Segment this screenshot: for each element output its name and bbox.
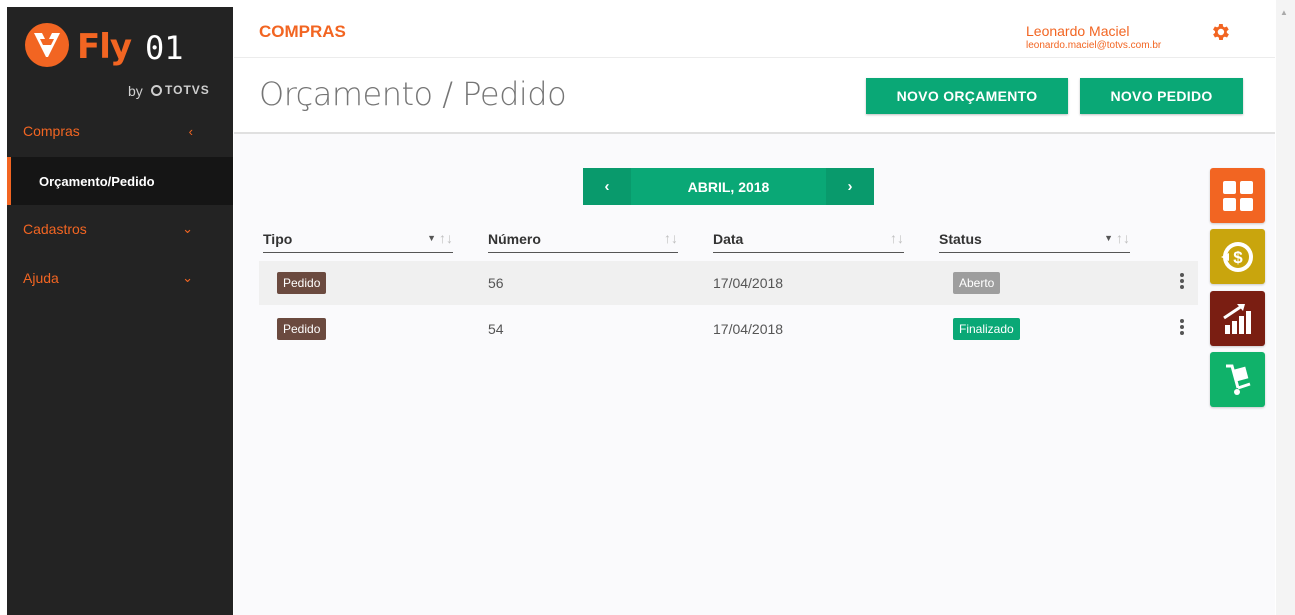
content-area	[234, 134, 1275, 615]
logo[interactable]: Fly 01 by TOTVS	[23, 21, 213, 99]
fly01-logo-icon	[25, 23, 69, 67]
month-navigator: ‹ ABRIL, 2018 ›	[583, 168, 874, 205]
sort-icon[interactable]: ↑↓	[439, 230, 453, 246]
totvs-logo: TOTVS	[151, 83, 210, 97]
sort-icon[interactable]: ↑↓	[890, 230, 904, 246]
previous-month-button[interactable]: ‹	[583, 168, 631, 205]
chevron-down-icon: ⌄	[182, 221, 193, 236]
scroll-up-icon[interactable]: ▲	[1280, 8, 1288, 17]
page-title: Orçamento / Pedido	[259, 75, 567, 113]
data-cell: 17/04/2018	[713, 321, 784, 337]
column-label: Tipo	[263, 231, 293, 247]
svg-text:$: $	[1233, 248, 1243, 267]
status-badge: Aberto	[953, 272, 1001, 294]
month-label: ABRIL, 2018	[687, 178, 770, 195]
next-month-button[interactable]: ›	[826, 168, 874, 205]
column-header-numero[interactable]: Número ↑↓	[488, 226, 678, 253]
column-label: Status	[939, 231, 982, 247]
numero-cell: 54	[488, 321, 504, 337]
tipo-badge: Pedido	[277, 272, 327, 294]
chevron-down-icon: ⌄	[182, 270, 193, 285]
apps-grid-icon[interactable]	[1210, 168, 1265, 223]
vertical-scrollbar[interactable]: ▲	[1276, 0, 1295, 615]
logo-by-text: by	[128, 83, 143, 99]
sidebar-item-ajuda[interactable]: Ajuda ⌄	[7, 258, 233, 298]
more-vert-icon[interactable]	[1179, 273, 1185, 293]
column-header-status[interactable]: Status ▼ ↑↓	[939, 226, 1130, 253]
sidebar: Fly 01 by TOTVS Compras ‹ Orçamento/Pedi…	[7, 7, 233, 615]
tipo-badge: Pedido	[277, 318, 327, 340]
user-email: leonardo.maciel@totvs.com.br	[1026, 40, 1162, 51]
column-label: Data	[713, 231, 744, 247]
sort-icon[interactable]: ↑↓	[1116, 230, 1130, 246]
sidebar-item-label: Compras	[23, 123, 80, 139]
header-divider	[234, 57, 1275, 58]
chevron-left-icon: ‹	[604, 178, 610, 195]
column-label: Número	[488, 231, 541, 247]
sidebar-item-label: Cadastros	[23, 221, 87, 237]
sidebar-item-label: Ajuda	[23, 270, 59, 286]
column-header-tipo[interactable]: Tipo ▼ ↑↓	[263, 226, 453, 253]
chevron-right-icon: ›	[847, 178, 853, 195]
sidebar-item-compras[interactable]: Compras ‹	[7, 111, 233, 151]
filter-icon[interactable]: ▼	[1104, 233, 1113, 243]
tipo-cell: Pedido	[277, 307, 327, 351]
logo-fly-text: Fly	[77, 27, 132, 67]
data-cell: 17/04/2018	[713, 275, 784, 291]
column-header-data[interactable]: Data ↑↓	[713, 226, 904, 253]
logo-01-text: 01	[145, 29, 184, 67]
module-title: COMPRAS	[259, 22, 346, 41]
tipo-cell: Pedido	[277, 261, 327, 305]
growth-chart-icon[interactable]	[1210, 291, 1265, 346]
table-row[interactable]: Pedido 56 17/04/2018 Aberto	[259, 261, 1198, 305]
totvs-text: TOTVS	[165, 83, 210, 97]
chevron-left-icon: ‹	[188, 123, 193, 139]
hand-truck-icon[interactable]	[1210, 352, 1265, 407]
status-cell: Aberto	[953, 261, 1001, 305]
sidebar-item-cadastros[interactable]: Cadastros ⌄	[7, 209, 233, 249]
user-name[interactable]: Leonardo Maciel	[1026, 23, 1130, 39]
status-cell: Finalizado	[953, 307, 1020, 351]
new-budget-button[interactable]: NOVO ORÇAMENTO	[866, 78, 1068, 114]
new-order-button[interactable]: NOVO PEDIDO	[1080, 78, 1243, 114]
more-vert-icon[interactable]	[1179, 319, 1185, 339]
sort-icon[interactable]: ↑↓	[664, 230, 678, 246]
finance-coin-icon[interactable]: $	[1210, 229, 1265, 284]
status-badge: Finalizado	[953, 318, 1020, 340]
totvs-icon	[151, 84, 162, 96]
gear-icon[interactable]	[1209, 21, 1231, 48]
sidebar-subitem-orcamento-pedido[interactable]: Orçamento/Pedido	[7, 157, 233, 205]
filter-icon[interactable]: ▼	[427, 233, 436, 243]
table-row[interactable]: Pedido 54 17/04/2018 Finalizado	[259, 307, 1198, 351]
app: Fly 01 by TOTVS Compras ‹ Orçamento/Pedi…	[0, 0, 1295, 615]
numero-cell: 56	[488, 275, 504, 291]
